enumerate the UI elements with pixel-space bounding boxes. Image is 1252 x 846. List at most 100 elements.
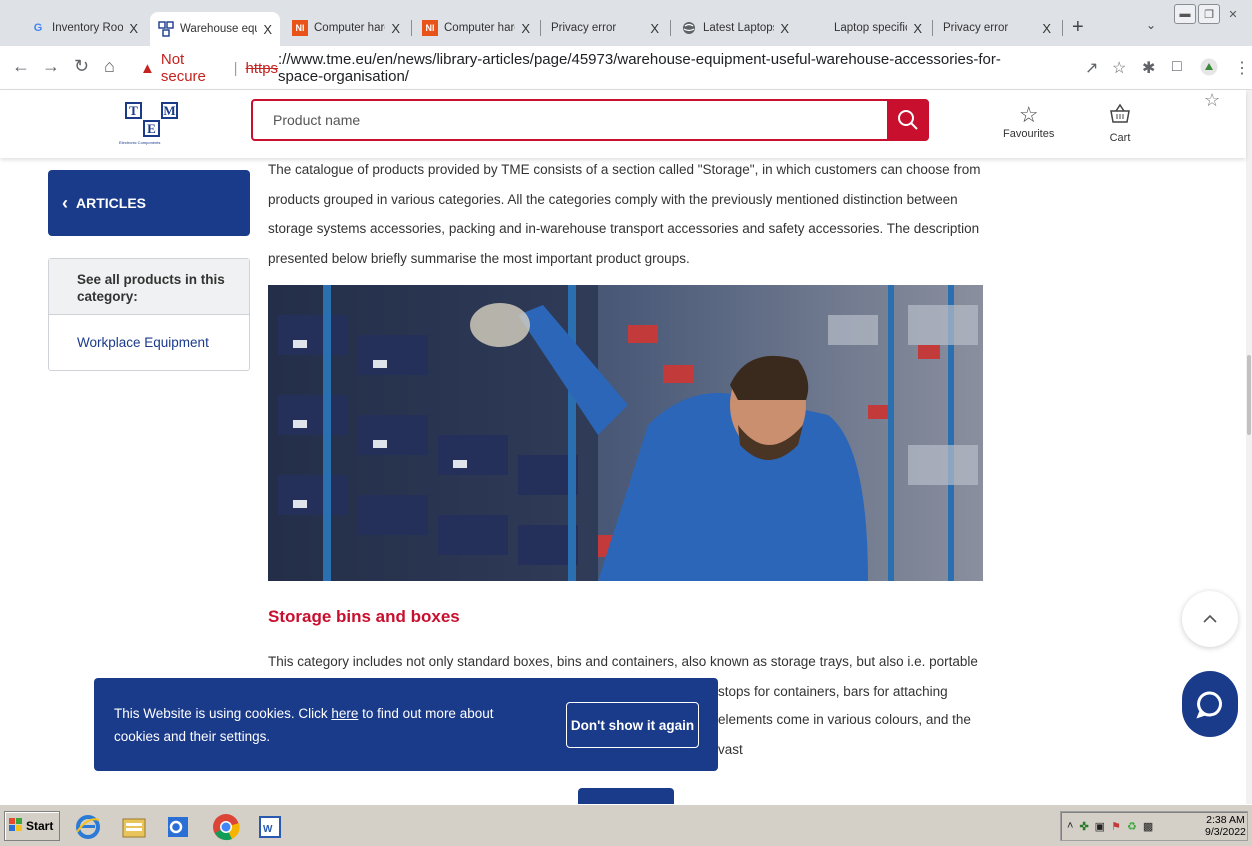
url-protocol: https — [245, 59, 279, 77]
security-label[interactable]: Not secure — [161, 51, 226, 85]
tray-signal-icon[interactable]: ▩ — [1143, 820, 1153, 833]
pin-icon[interactable]: ☆ — [1204, 90, 1220, 111]
articles-label: ARTICLES — [76, 195, 146, 211]
site-header: T M E Electronic Components ☆ Favourites… — [0, 90, 1246, 158]
cart-link[interactable]: Cart — [1108, 102, 1132, 144]
google-g-icon: G — [33, 22, 43, 34]
side-panel-icon[interactable]: □ — [1172, 58, 1182, 76]
tme-logo[interactable]: T M E Electronic Components — [113, 100, 185, 148]
word-icon[interactable]: W — [254, 812, 286, 842]
close-icon[interactable]: X — [650, 21, 659, 36]
search-icon — [898, 110, 918, 130]
start-button[interactable]: Start — [4, 811, 60, 841]
section-heading-storage-bins: Storage bins and boxes — [268, 607, 460, 626]
article-intro-paragraph: The catalogue of products provided by TM… — [268, 162, 981, 266]
tab-privacy-error-1[interactable]: Privacy error X — [543, 14, 667, 42]
tab-separator — [670, 20, 671, 36]
tab-separator — [932, 20, 933, 36]
logo-letter-t: T — [125, 102, 142, 119]
tme-icon — [158, 21, 174, 37]
search-button[interactable] — [887, 100, 929, 140]
new-tab-button[interactable]: + — [1072, 16, 1084, 39]
tray-app-icon[interactable]: ✜ — [1079, 820, 1088, 833]
close-icon[interactable]: X — [129, 21, 138, 36]
scrollbar-thumb[interactable] — [1247, 355, 1251, 435]
tab-separator — [1062, 20, 1063, 36]
close-icon[interactable]: X — [780, 21, 789, 36]
close-icon[interactable]: X — [913, 21, 922, 36]
basket-icon — [1108, 102, 1132, 132]
search-input[interactable] — [253, 101, 887, 139]
tab-search-chevron-icon[interactable]: ⌄ — [1146, 18, 1156, 32]
svg-text:W: W — [263, 824, 273, 835]
tab-inventory-room[interactable]: G Inventory Room X — [22, 14, 146, 42]
cookie-banner: This Website is using cookies. Click her… — [94, 678, 718, 771]
bookmark-star-icon[interactable]: ☆ — [1112, 58, 1126, 78]
window-controls: ▬ ❐ ✕ — [1172, 4, 1244, 26]
outlook-icon[interactable] — [162, 812, 194, 842]
globe-icon — [681, 20, 697, 36]
tab-computer-hardware-2[interactable]: NI Computer hardv X — [414, 14, 538, 42]
restore-icon[interactable]: ❐ — [1198, 4, 1220, 24]
home-icon[interactable]: ⌂ — [104, 56, 115, 77]
start-label: Start — [26, 819, 54, 833]
page-scrollbar[interactable] — [1246, 90, 1252, 804]
minimize-icon[interactable]: ▬ — [1174, 4, 1196, 24]
articles-back-button[interactable]: ‹ ARTICLES — [48, 170, 250, 236]
close-window-icon[interactable]: ✕ — [1222, 4, 1244, 24]
category-link-workplace-equipment[interactable]: Workplace Equipment — [49, 315, 249, 350]
chat-button[interactable] — [1182, 671, 1238, 737]
tab-privacy-error-2[interactable]: Privacy error X — [935, 14, 1059, 42]
windows-flag-icon — [9, 817, 23, 835]
clock-time: 2:38 AM — [1206, 814, 1245, 826]
dont-show-again-button[interactable]: Don't show it again — [566, 702, 699, 748]
logo-letter-e: E — [143, 120, 160, 137]
browser-toolbar: ← → ↻ ⌂ ▲ Not secure | https ://www.tme.… — [0, 46, 1252, 90]
star-icon: ☆ — [1018, 102, 1039, 127]
chevron-up-icon — [1203, 614, 1217, 623]
back-arrow-icon[interactable]: ← — [12, 56, 30, 77]
cookie-here-link[interactable]: here — [331, 706, 358, 721]
close-icon[interactable]: X — [263, 22, 272, 37]
favourites-label: Favourites — [1003, 128, 1055, 140]
warehouse-worker-photo — [268, 285, 983, 581]
scroll-to-top-button[interactable] — [1182, 591, 1238, 647]
tab-computer-hardware-1[interactable]: NI Computer hardv X — [284, 14, 408, 42]
close-icon[interactable]: X — [1042, 21, 1051, 36]
windows-taskbar: Start W ˄ ✜ ▣ ⚑ ♻ ▩ 2:38 AM 9/3/2022 — [0, 804, 1252, 846]
url-separator: | — [233, 59, 238, 77]
profile-avatar-icon[interactable] — [1200, 58, 1218, 81]
extensions-puzzle-icon[interactable]: ✱ — [1142, 58, 1155, 78]
close-icon[interactable]: X — [391, 21, 400, 36]
warning-triangle-icon[interactable]: ▲ — [140, 60, 155, 77]
ni-icon: NI — [422, 20, 438, 36]
address-bar[interactable]: ▲ Not secure | https ://www.tme.eu/en/ne… — [140, 51, 1040, 85]
chat-bubble-icon — [1196, 691, 1222, 719]
tray-network-icon[interactable]: ▣ — [1095, 820, 1105, 833]
logo-subtitle: Electronic Components — [119, 140, 161, 145]
tab-warehouse-equipment[interactable]: Warehouse equ X — [150, 12, 280, 46]
ni-icon: NI — [292, 20, 308, 36]
tray-update-icon[interactable]: ♻ — [1127, 820, 1137, 833]
file-explorer-icon[interactable] — [118, 812, 150, 842]
tab-separator — [411, 20, 412, 36]
share-icon[interactable]: ↗ — [1085, 58, 1098, 78]
system-clock[interactable]: 2:38 AM 9/3/2022 — [1205, 814, 1246, 838]
reload-icon[interactable]: ↻ — [74, 56, 89, 77]
favourites-link[interactable]: ☆ Favourites — [1003, 102, 1054, 140]
tab-separator — [540, 20, 541, 36]
tab-latest-laptops[interactable]: Latest Laptops X — [673, 14, 797, 42]
browser-tab-strip: G Inventory Room X Warehouse equ X NI Co… — [0, 0, 1252, 46]
close-icon[interactable]: X — [521, 21, 530, 36]
internet-explorer-icon[interactable] — [72, 812, 104, 842]
tab-laptop-specifications[interactable]: Laptop specifica X — [826, 14, 930, 42]
cookie-message: This Website is using cookies. Click her… — [114, 706, 494, 744]
tray-security-icon[interactable]: ⚑ — [1111, 820, 1121, 833]
section-paragraph-line-2: stops for containers, bars for attaching — [718, 684, 948, 699]
browser-menu-icon[interactable]: ⋮ — [1234, 58, 1250, 78]
tray-chevron-icon[interactable]: ˄ — [1067, 820, 1073, 832]
cart-label: Cart — [1109, 132, 1131, 144]
forward-arrow-icon[interactable]: → — [42, 56, 60, 77]
url-text: ://www.tme.eu/en/news/library-articles/p… — [278, 51, 1001, 85]
chrome-icon[interactable] — [210, 812, 242, 842]
